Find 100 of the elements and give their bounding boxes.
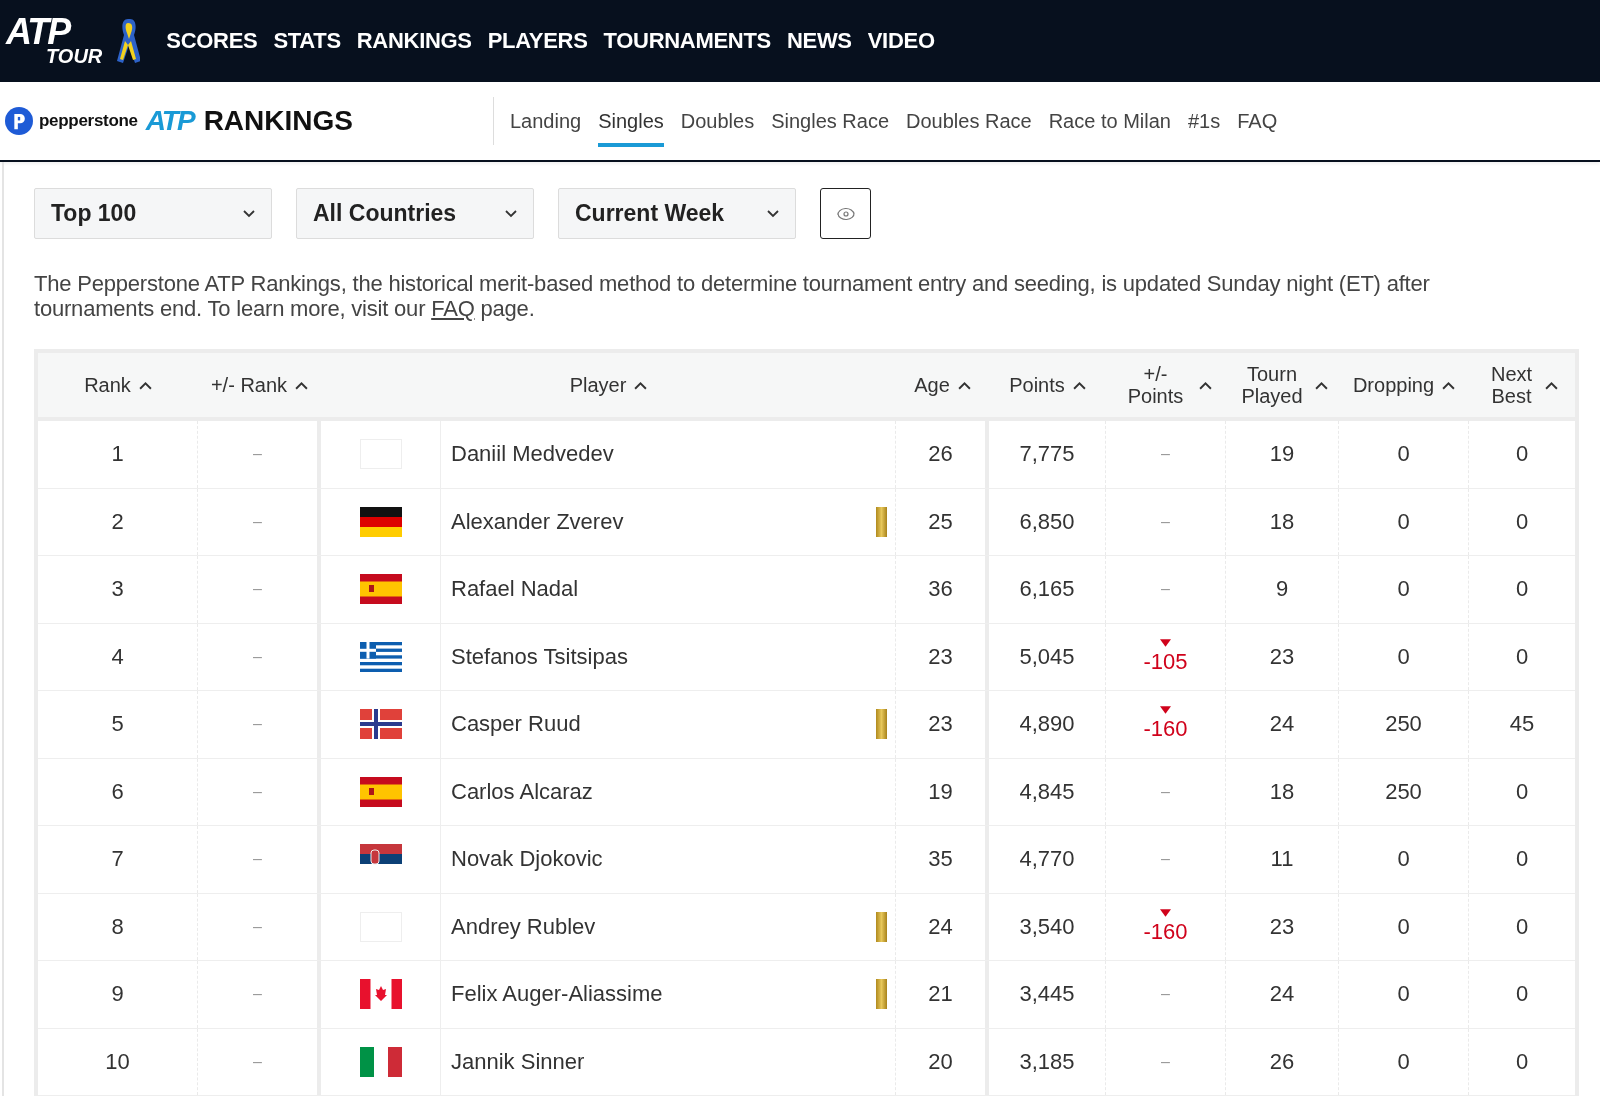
sort-icon[interactable] (1544, 380, 1558, 390)
tab[interactable]: Singles (598, 103, 664, 147)
tournaments-cell: 23 (1226, 893, 1339, 960)
filter-dropdown[interactable]: Current Week (558, 188, 796, 239)
dropping-cell: 0 (1339, 893, 1469, 960)
tournaments-cell: 26 (1226, 1028, 1339, 1095)
tab[interactable]: Singles Race (771, 103, 890, 147)
column-header[interactable]: Rank (84, 373, 131, 397)
points-change: – (1161, 1052, 1170, 1071)
points-change: -105 (1143, 648, 1188, 675)
dropping-cell: 0 (1339, 826, 1469, 893)
rank-cell: 2 (38, 488, 198, 555)
reset-button[interactable] (820, 188, 871, 239)
player-name[interactable]: Casper Ruud (451, 711, 581, 738)
tab[interactable]: #1s (1187, 103, 1221, 147)
next-best-cell-text: 0 (1514, 642, 1530, 671)
nav-link[interactable]: VIDEO (867, 28, 935, 54)
chevron-down-icon (767, 209, 779, 218)
nav-link[interactable]: SCORES (166, 28, 258, 54)
tab[interactable]: Doubles Race (906, 103, 1032, 147)
points-cell: 6,850 (989, 488, 1106, 555)
rank-change-cell: – (198, 893, 321, 960)
nav-link[interactable]: PLAYERS (487, 28, 588, 54)
section-title: RANKINGS (203, 105, 353, 137)
down-triangle-icon (1160, 706, 1171, 715)
tab[interactable]: Doubles (680, 103, 755, 147)
player-name[interactable]: Alexander Zverev (451, 508, 624, 535)
dropping-cell: 250 (1339, 758, 1469, 825)
flag-icon (359, 506, 402, 537)
next-best-cell-text: 0 (1514, 575, 1530, 604)
tournaments-cell: 18 (1226, 758, 1339, 825)
chevron-down-icon (505, 209, 517, 218)
player-name[interactable]: Novak Djokovic (451, 846, 603, 873)
nav-link[interactable]: TOURNAMENTS (603, 28, 771, 54)
flag-icon (359, 1046, 402, 1077)
filter-dropdown[interactable]: All Countries (296, 188, 534, 239)
column-header[interactable]: Tourn Played (1237, 363, 1307, 407)
filter-dropdown[interactable]: Top 100 (34, 188, 272, 239)
player-name[interactable]: Rafael Nadal (451, 576, 579, 603)
player-name[interactable]: Daniil Medvedev (451, 441, 614, 468)
nav-link[interactable]: STATS (273, 28, 341, 54)
dropping-cell: 0 (1339, 961, 1469, 1028)
column-header[interactable]: Next Best (1486, 363, 1537, 407)
tournaments-cell: 11 (1226, 826, 1339, 893)
rank-change-cell: – (198, 488, 321, 555)
next-best-cell-text: 0 (1514, 845, 1530, 874)
rank-cell: 3 (38, 556, 198, 623)
faq-link[interactable]: FAQ (431, 296, 475, 321)
flag-icon (359, 776, 402, 807)
down-triangle-icon (1160, 638, 1171, 647)
next-best-cell-text: 0 (1514, 1047, 1530, 1076)
sort-icon[interactable] (1315, 380, 1328, 390)
sort-icon[interactable] (1072, 380, 1086, 390)
player-name[interactable]: Andrey Rublev (451, 913, 596, 940)
column-header[interactable]: +/- Points (1120, 363, 1191, 407)
dropping-cell: 0 (1339, 488, 1469, 555)
column-header[interactable]: Age (914, 373, 950, 397)
dropping-cell: 250 (1339, 691, 1469, 758)
rank-cell: 7 (38, 826, 198, 893)
points-change: -160 (1143, 716, 1188, 743)
next-best-cell-text: 0 (1514, 440, 1530, 469)
sort-icon[interactable] (295, 380, 309, 390)
column-header[interactable]: Points (1009, 373, 1065, 397)
tab[interactable]: FAQ (1237, 103, 1278, 147)
age-cell: 35 (896, 826, 989, 893)
points-change: – (1161, 782, 1170, 801)
tab[interactable]: Landing (510, 103, 582, 147)
next-best-cell-text: 0 (1514, 507, 1530, 536)
column-header[interactable]: +/- Rank (210, 373, 288, 397)
points-cell: 3,445 (989, 961, 1106, 1028)
down-triangle-icon (1160, 908, 1171, 917)
ribbon-icon (116, 17, 141, 65)
age-cell: 25 (896, 488, 989, 555)
rank-cell: 10 (38, 1028, 198, 1095)
column-header[interactable]: Player (569, 373, 627, 397)
atp-tour-logo[interactable]: ATP TOUR (6, 17, 103, 65)
next-best-cell-text: 0 (1514, 912, 1530, 941)
player-name[interactable]: Jannik Sinner (451, 1048, 585, 1075)
player-name[interactable]: Carlos Alcaraz (451, 778, 593, 805)
points-change: – (1161, 580, 1170, 599)
column-header[interactable]: Dropping (1352, 373, 1435, 397)
rank-cell: 6 (38, 758, 198, 825)
dropping-cell: 0 (1339, 623, 1469, 690)
tab[interactable]: Race to Milan (1048, 103, 1171, 147)
nav-link[interactable]: NEWS (786, 28, 852, 54)
sort-icon[interactable] (1198, 380, 1212, 390)
sort-icon[interactable] (957, 380, 971, 390)
sort-icon[interactable] (634, 380, 648, 390)
player-name[interactable]: Stefanos Tsitsipas (451, 643, 628, 670)
rank-cell: 1 (38, 421, 198, 488)
chevron-down-icon (243, 209, 255, 218)
flag-icon (359, 641, 402, 672)
sort-icon[interactable] (1442, 380, 1456, 390)
atp-logo: ATP (145, 105, 194, 137)
player-name[interactable]: Felix Auger-Aliassime (451, 981, 663, 1008)
sort-icon[interactable] (138, 380, 152, 390)
age-cell: 24 (896, 893, 989, 960)
nav-link[interactable]: RANKINGS (356, 28, 472, 54)
points-change: – (1161, 985, 1170, 1004)
next-best-cell-text: 0 (1514, 777, 1530, 806)
